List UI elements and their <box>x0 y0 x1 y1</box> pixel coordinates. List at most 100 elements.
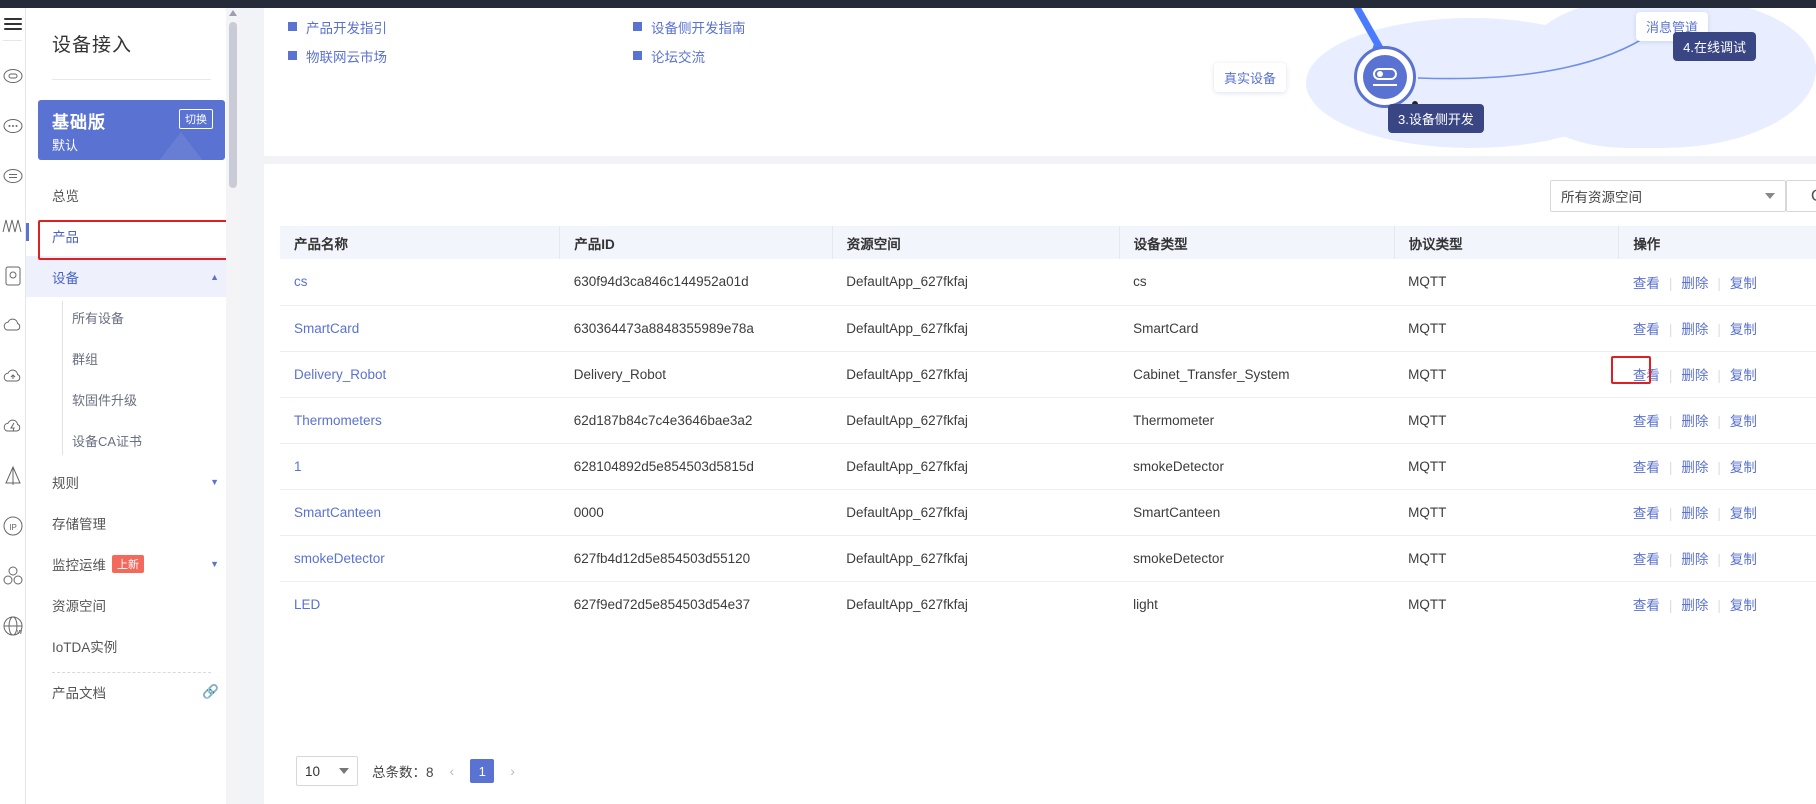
link-forum[interactable]: 论坛交流 <box>633 41 978 70</box>
sidebar-item-all-devices[interactable]: 所有设备 <box>26 297 237 338</box>
product-link[interactable]: SmartCard <box>294 321 359 336</box>
cell-product-name: 1 <box>280 443 560 490</box>
op-divider: | <box>1717 414 1721 429</box>
link-label: 设备侧开发指南 <box>651 20 746 36</box>
delete-link[interactable]: 删除 <box>1681 276 1708 291</box>
bullet-square-icon <box>633 51 642 60</box>
edition-card[interactable]: 基础版 默认 切换 <box>38 100 225 160</box>
next-page-button[interactable]: › <box>508 763 517 779</box>
op-divider: | <box>1717 552 1721 567</box>
op-divider: | <box>1668 552 1673 567</box>
copy-link[interactable]: 复制 <box>1730 460 1757 475</box>
view-link[interactable]: 查看 <box>1633 598 1660 613</box>
cloud-server-icon[interactable] <box>0 51 26 101</box>
cell-protocol: MQTT <box>1394 351 1619 398</box>
sidebar-item-iotda-instance[interactable]: IoTDA实例 <box>26 625 237 666</box>
cell-operations: 查看 | 删除 | 复制 <box>1618 397 1816 444</box>
scrollbar-thumb[interactable] <box>229 22 237 188</box>
delete-link[interactable]: 删除 <box>1681 506 1708 521</box>
ip-icon[interactable]: IP <box>0 501 26 551</box>
sidebar-item-products[interactable]: 产品 <box>26 215 237 256</box>
device-icon[interactable] <box>0 251 26 301</box>
product-link[interactable]: Delivery_Robot <box>294 367 386 382</box>
sidebar-item-product-doc[interactable]: 产品文档 🔗 <box>26 673 237 711</box>
cloud-dots-icon[interactable] <box>0 101 26 151</box>
quick-links-row-2: 物联网云市场 论坛交流 <box>288 41 978 70</box>
op-divider: | <box>1668 506 1673 521</box>
view-link[interactable]: 查看 <box>1633 322 1660 337</box>
sidebar-item-devices[interactable]: 设备 ▲ <box>26 256 237 297</box>
workspace-select-value: 所有资源空间 <box>1561 190 1642 205</box>
copy-link[interactable]: 复制 <box>1730 598 1757 613</box>
delete-link[interactable]: 删除 <box>1681 552 1708 567</box>
delete-link[interactable]: 删除 <box>1681 368 1708 383</box>
scroll-up-arrow-icon[interactable] <box>229 10 237 16</box>
cell-operations: 查看 | 删除 | 复制 <box>1618 305 1816 352</box>
page-number-1[interactable]: 1 <box>470 759 495 783</box>
sidebar-item-groups[interactable]: 群组 <box>26 338 237 379</box>
delete-link[interactable]: 删除 <box>1681 414 1708 429</box>
cell-product-id: Delivery_Robot <box>559 351 833 398</box>
waveform-icon[interactable] <box>0 201 26 251</box>
sidebar-item-label: 资源空间 <box>52 598 106 614</box>
cell-product-id: 630364473a8848355989e78a <box>559 305 833 352</box>
product-link[interactable]: cs <box>294 274 308 289</box>
sidebar-item-firmware-upgrade[interactable]: 软固件升级 <box>26 379 237 420</box>
view-link[interactable]: 查看 <box>1633 460 1660 475</box>
op-divider: | <box>1668 322 1673 337</box>
cloud-lightning-icon[interactable] <box>0 401 26 451</box>
chevron-down-icon: ▼ <box>210 476 219 487</box>
cell-protocol: MQTT <box>1408 596 1447 612</box>
copy-link[interactable]: 复制 <box>1730 322 1757 337</box>
page-scrollbar[interactable] <box>226 8 240 804</box>
sidebar-item-device-ca[interactable]: 设备CA证书 <box>26 420 237 461</box>
cell-device-type: smokeDetector <box>1119 443 1395 490</box>
antenna-icon[interactable] <box>0 451 26 501</box>
view-link[interactable]: 查看 <box>1633 414 1660 429</box>
link-iot-marketplace[interactable]: 物联网云市场 <box>288 41 633 70</box>
table-row: 1 628104892d5e854503d5815d DefaultApp_62… <box>280 443 1816 490</box>
step-4-label: 4.在线调试 <box>1673 32 1756 61</box>
globe-web-icon[interactable]: w <box>0 601 26 651</box>
cell-product-name: smokeDetector <box>280 535 560 582</box>
sidebar-nav: 总览 产品 设备 ▲ 所有设备 群组 软固件升级 设备CA证书 规则 ▼ 存储管… <box>26 174 237 711</box>
sidebar-item-storage[interactable]: 存储管理 <box>26 502 237 543</box>
product-link[interactable]: 1 <box>294 459 302 474</box>
menu-icon[interactable] <box>3 18 22 30</box>
delete-link[interactable]: 删除 <box>1681 322 1708 337</box>
cloud-upload-icon[interactable] <box>0 351 26 401</box>
sidebar-item-rules[interactable]: 规则 ▼ <box>26 461 237 502</box>
delete-link[interactable]: 删除 <box>1681 598 1708 613</box>
cell-product-id: 628104892d5e854503d5815d <box>559 443 833 490</box>
sidebar-item-monitoring[interactable]: 监控运维 上新 ▼ <box>26 543 237 584</box>
workspace-select[interactable]: 所有资源空间 <box>1550 180 1786 212</box>
copy-link[interactable]: 复制 <box>1730 414 1757 429</box>
page-size-select[interactable]: 10 <box>296 756 358 786</box>
prev-page-button[interactable]: ‹ <box>448 763 457 779</box>
view-link[interactable]: 查看 <box>1633 506 1660 521</box>
sidebar-divider <box>52 79 211 80</box>
copy-link[interactable]: 复制 <box>1730 368 1757 383</box>
product-link[interactable]: smokeDetector <box>294 551 385 566</box>
link-device-dev-guide[interactable]: 设备侧开发指南 <box>633 12 978 41</box>
cloud-storage-icon[interactable] <box>0 151 26 201</box>
copy-link[interactable]: 复制 <box>1730 552 1757 567</box>
cloud-outline-icon[interactable] <box>0 301 26 351</box>
copy-link[interactable]: 复制 <box>1730 506 1757 521</box>
cluster-icon[interactable] <box>0 551 26 601</box>
product-link[interactable]: LED <box>294 597 320 612</box>
view-link[interactable]: 查看 <box>1633 552 1660 567</box>
sidebar-item-overview[interactable]: 总览 <box>26 174 237 215</box>
edition-switch-button[interactable]: 切换 <box>179 109 213 129</box>
link-product-dev-guide[interactable]: 产品开发指引 <box>288 12 633 41</box>
page-size-value: 10 <box>305 763 321 779</box>
copy-link[interactable]: 复制 <box>1730 276 1757 291</box>
sidebar-item-resource-space[interactable]: 资源空间 <box>26 584 237 625</box>
step-label: 3.设备侧开发 <box>1398 112 1474 127</box>
refresh-button[interactable]: C <box>1786 180 1816 212</box>
product-link[interactable]: Thermometers <box>294 413 382 428</box>
view-link[interactable]: 查看 <box>1633 276 1660 291</box>
delete-link[interactable]: 删除 <box>1681 460 1708 475</box>
product-link[interactable]: SmartCanteen <box>294 505 381 520</box>
total-count-label: 总条数：8 <box>372 765 434 780</box>
